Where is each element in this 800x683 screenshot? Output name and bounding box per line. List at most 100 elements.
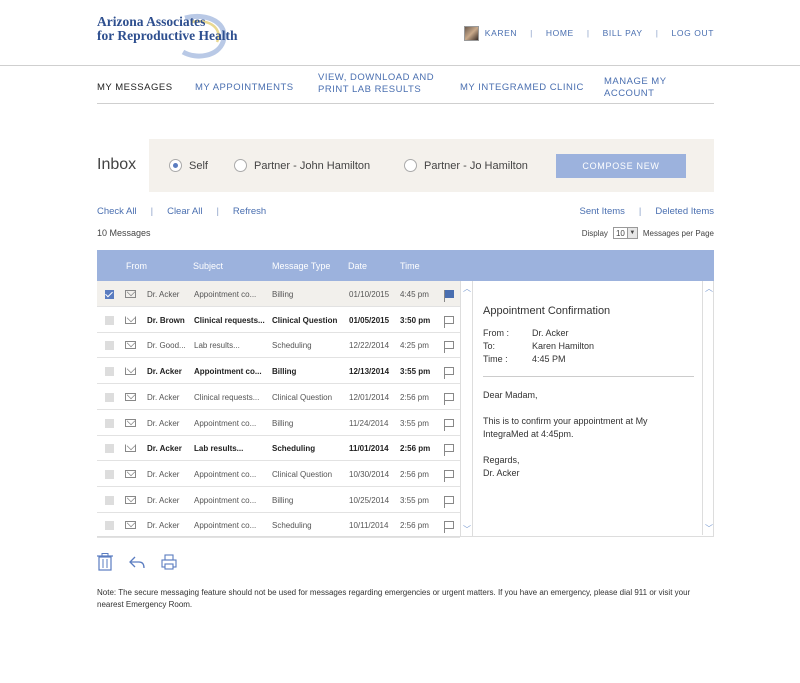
- row-checkbox[interactable]: [105, 392, 114, 402]
- row-date: 12/13/2014: [349, 367, 390, 377]
- scroll-up-icon[interactable]: ︿: [705, 283, 713, 294]
- row-checkbox[interactable]: [105, 444, 114, 454]
- display-suffix: Messages per Page: [642, 228, 714, 238]
- bill-pay-link[interactable]: BILL PAY: [603, 28, 643, 38]
- preview-divider: [483, 376, 694, 377]
- envelope-icon: [125, 341, 136, 350]
- radio-partner-jo-label: Partner - Jo Hamilton: [424, 159, 528, 172]
- row-message-type: Billing: [272, 290, 294, 299]
- deleted-items-link[interactable]: Deleted Items: [655, 206, 714, 217]
- tab-manage-my-account[interactable]: MANAGE MY ACCOUNT: [604, 76, 714, 100]
- radio-partner-jo[interactable]: Partner - Jo Hamilton: [404, 159, 528, 172]
- flag-icon[interactable]: [444, 315, 454, 328]
- row-time: 2:56 pm: [400, 392, 429, 402]
- user-name-link[interactable]: KAREN: [485, 28, 517, 38]
- row-date: 11/01/2014: [349, 444, 389, 454]
- scroll-down-icon[interactable]: ﹀: [705, 523, 713, 534]
- flag-icon[interactable]: [444, 418, 454, 431]
- separator: |: [530, 28, 533, 38]
- row-time: 2:56 pm: [400, 469, 429, 479]
- preview-scrollbar[interactable]: ︿ ﹀: [702, 281, 714, 535]
- row-subject: Appointment co...: [194, 521, 257, 531]
- preview-from-label: From :: [483, 328, 509, 338]
- folder-links: Sent Items | Deleted Items: [579, 206, 714, 217]
- flag-icon[interactable]: [444, 521, 454, 534]
- list-actions: Check All | Clear All | Refresh: [97, 206, 266, 217]
- column-date[interactable]: Date: [348, 261, 367, 271]
- flag-icon[interactable]: [444, 341, 454, 354]
- row-subject: Appointment co...: [194, 469, 257, 479]
- reply-icon[interactable]: [129, 553, 145, 571]
- column-message-type[interactable]: Message Type: [272, 261, 330, 271]
- row-checkbox[interactable]: [105, 367, 114, 377]
- preview-from: From : Dr. Acker: [483, 328, 569, 338]
- table-row[interactable]: Dr. Acker Appointment co... Billing 11/24/2…: [97, 410, 460, 436]
- flag-icon[interactable]: [444, 469, 454, 482]
- row-from: Dr. Acker: [147, 444, 182, 454]
- logo-line2: for Reproductive Health: [97, 28, 238, 43]
- scroll-up-icon[interactable]: ︿: [463, 283, 471, 294]
- preview-time-value: 4:45 PM: [532, 354, 566, 364]
- flag-icon[interactable]: [444, 392, 454, 405]
- table-row[interactable]: Dr. Brown Clinical requests... Clinical Qu…: [97, 307, 460, 333]
- message-tools: [97, 553, 193, 571]
- envelope-open-icon: [125, 444, 136, 453]
- radio-self[interactable]: Self: [169, 159, 208, 172]
- column-subject[interactable]: Subject: [193, 261, 223, 271]
- compose-new-button[interactable]: COMPOSE NEW: [556, 154, 686, 178]
- flag-icon[interactable]: [444, 495, 454, 508]
- list-bottom-border: [97, 536, 714, 537]
- page-size-control: Display 10 ▼ Messages per Page: [582, 227, 714, 239]
- flag-icon[interactable]: [444, 444, 454, 457]
- preview-to-value: Karen Hamilton: [532, 341, 595, 351]
- refresh-link[interactable]: Refresh: [233, 206, 266, 217]
- row-checkbox[interactable]: [105, 495, 114, 505]
- table-row[interactable]: Dr. Acker Clinical requests... Clinical Qu…: [97, 384, 460, 410]
- row-checkbox[interactable]: [105, 521, 114, 531]
- list-scrollbar[interactable]: ︿ ﹀: [460, 281, 472, 536]
- print-icon[interactable]: [161, 553, 177, 571]
- sent-items-link[interactable]: Sent Items: [579, 206, 624, 217]
- column-from[interactable]: From: [126, 261, 147, 271]
- tab-my-appointments[interactable]: MY APPOINTMENTS: [195, 82, 294, 94]
- row-subject: Clinical requests...: [194, 315, 265, 325]
- table-row[interactable]: Dr. Acker Appointment co... Clinical Quest…: [97, 461, 460, 487]
- row-checkbox[interactable]: [105, 341, 114, 351]
- trash-icon[interactable]: [97, 553, 113, 571]
- table-row[interactable]: Dr. Acker Lab results... Scheduling 11/01/2…: [97, 435, 460, 462]
- row-checkbox[interactable]: [105, 290, 114, 299]
- row-message-type: Billing: [272, 418, 294, 428]
- radio-partner-john[interactable]: Partner - John Hamilton: [234, 159, 370, 172]
- home-link[interactable]: HOME: [546, 28, 574, 38]
- table-row[interactable]: Dr. Acker Appointment co... Scheduling 10/1…: [97, 512, 460, 539]
- preview-signature: Dr. Acker: [483, 468, 520, 478]
- table-row[interactable]: Dr. Acker Appointment co... Billing 10/25/2…: [97, 487, 460, 513]
- column-time[interactable]: Time: [400, 261, 420, 271]
- scroll-down-icon[interactable]: ﹀: [463, 524, 471, 535]
- tab-my-messages[interactable]: MY MESSAGES: [97, 82, 173, 94]
- row-time: 2:56 pm: [400, 521, 429, 531]
- tab-lab-results[interactable]: VIEW, DOWNLOAD AND PRINT LAB RESULTS: [318, 72, 434, 96]
- check-all-link[interactable]: Check All: [97, 206, 137, 217]
- flag-icon[interactable]: [444, 290, 454, 302]
- row-checkbox[interactable]: [105, 315, 114, 325]
- flag-icon[interactable]: [444, 367, 454, 380]
- table-row[interactable]: Dr. Acker Appointment co... Billing 12/13/2…: [97, 358, 460, 385]
- clear-all-link[interactable]: Clear All: [167, 206, 202, 217]
- row-from: Dr. Acker: [147, 290, 180, 299]
- table-row[interactable]: Dr. Good... Lab results... Scheduling 12/22…: [97, 332, 460, 359]
- tab-my-integramed-clinic[interactable]: MY INTEGRAMED CLINIC: [460, 82, 584, 94]
- message-list: Dr. Acker Appointment co... Billing 01/10/2…: [97, 281, 460, 539]
- row-checkbox[interactable]: [105, 469, 114, 479]
- row-checkbox[interactable]: [105, 418, 114, 428]
- preview-body-line1: This is to confirm your appointment at M…: [483, 416, 648, 426]
- log-out-link[interactable]: LOG OUT: [672, 28, 714, 38]
- radio-partner-john-label: Partner - John Hamilton: [254, 159, 371, 172]
- table-row[interactable]: Dr. Acker Appointment co... Billing 01/10/2…: [97, 281, 460, 307]
- row-from: Dr. Acker: [147, 495, 180, 505]
- avatar[interactable]: [463, 25, 479, 41]
- logo[interactable]: Arizona Associates for Reproductive Heal…: [97, 12, 237, 60]
- row-from: Dr. Acker: [147, 469, 180, 479]
- envelope-open-icon: [125, 367, 136, 376]
- page-size-select[interactable]: 10 ▼: [612, 227, 638, 239]
